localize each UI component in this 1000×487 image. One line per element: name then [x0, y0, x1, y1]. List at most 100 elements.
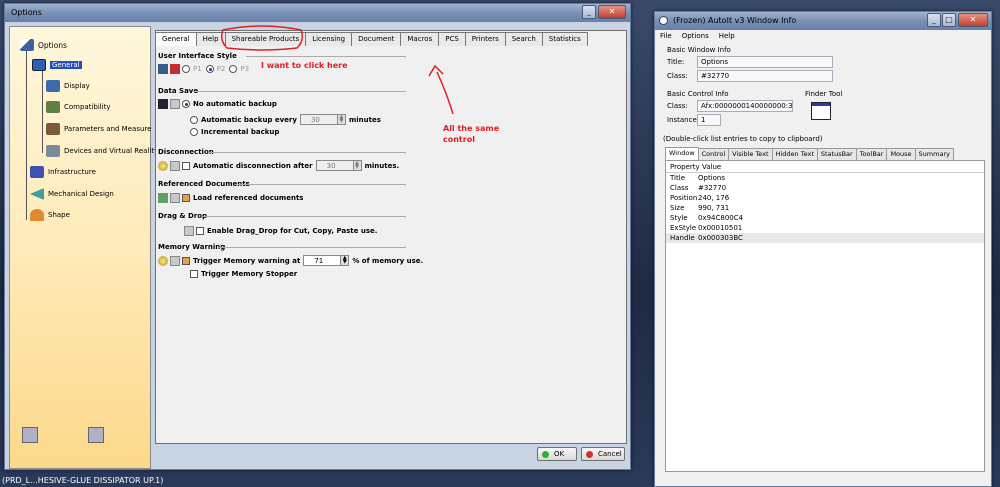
hint-label: (Double-click list entries to copy to cl…	[663, 135, 823, 143]
bulb-icon	[158, 255, 168, 266]
memory-warning-checkbox[interactable]	[182, 256, 190, 265]
list-item[interactable]: ExStyle 0x00010501	[666, 223, 984, 233]
no-backup-radio[interactable]	[182, 100, 190, 108]
close-icon[interactable]: ✕	[598, 5, 626, 19]
ui-style-row: P1 P2 P3	[158, 64, 249, 74]
auto-backup-spinner[interactable]: 30 ▲ ▼	[299, 114, 346, 125]
options-window: Options _ ✕ Options General Display Comp…	[4, 3, 631, 470]
autoit-titlebar[interactable]: (Frozen) AutoIt v3 Window Info _ □ ✕	[655, 12, 991, 30]
tab-printers[interactable]: Printers	[464, 32, 506, 46]
tab-summary[interactable]: Summary	[914, 148, 954, 160]
menu-help[interactable]: Help	[714, 30, 740, 43]
general-icon	[32, 59, 46, 71]
referenced-title: Referenced Documents	[158, 180, 250, 188]
lock-icon	[170, 255, 180, 266]
load-referenced-checkbox[interactable]	[182, 194, 190, 202]
tree-item-shape[interactable]: Shape	[30, 209, 70, 221]
tree-item-parameters[interactable]: Parameters and Measure	[46, 123, 151, 135]
auto-backup-radio[interactable]	[190, 115, 198, 124]
tree-item-devices[interactable]: Devices and Virtual Reality	[46, 145, 158, 157]
tab-licensing[interactable]: Licensing	[305, 32, 353, 46]
property-list: Property Value Title Options Class #32770 …	[665, 160, 985, 472]
data-save-title: Data Save	[158, 87, 199, 95]
tree-tool-icon-right[interactable]	[88, 427, 104, 443]
tree-item-options[interactable]: Options	[20, 39, 67, 51]
tab-window[interactable]: Window	[665, 147, 699, 160]
maximize-icon[interactable]: □	[942, 13, 956, 27]
list-item[interactable]: Title Options	[666, 173, 984, 183]
tab-hidden-text[interactable]: Hidden Text	[771, 148, 818, 160]
tree-item-infrastructure[interactable]: Infrastructure	[30, 166, 96, 178]
instance-field[interactable]: 1	[697, 114, 721, 126]
menu-options[interactable]: Options	[677, 30, 714, 43]
ui-style-p1-radio[interactable]	[182, 65, 190, 73]
tab-general[interactable]: General	[155, 32, 197, 46]
memory-spinner[interactable]: 71 ▲ ▼	[303, 255, 350, 266]
list-item[interactable]: Size 990, 731	[666, 203, 984, 213]
options-titlebar[interactable]: Options _ ✕	[5, 4, 630, 22]
cancel-icon	[586, 451, 593, 458]
lock-icon	[170, 99, 180, 109]
tab-toolbar[interactable]: ToolBar	[855, 148, 888, 160]
tab-mouse[interactable]: Mouse	[886, 148, 916, 160]
close-icon[interactable]: ✕	[958, 13, 988, 27]
auto-backup-row: Automatic backup every 30 ▲ ▼ minutes	[190, 114, 381, 125]
tab-macros[interactable]: Macros	[400, 32, 440, 46]
value-column-header[interactable]: Value	[698, 161, 721, 172]
autoit-menubar: File Options Help	[655, 30, 991, 43]
annotation-same-line1: All the same	[443, 124, 500, 133]
no-backup-row: No automatic backup	[158, 99, 277, 109]
tab-control[interactable]: Control	[697, 148, 730, 160]
control-class-label: Class:	[667, 102, 688, 110]
status-bar: (PRD_L...HESIVE-GLUE DISSIPATOR UP.1)	[2, 476, 164, 485]
minimize-icon[interactable]: _	[927, 13, 941, 27]
ui-style-p2-radio[interactable]	[205, 65, 214, 73]
options-tree: Options General Display Compatibility Pa…	[9, 26, 158, 469]
ok-button[interactable]: OK	[537, 447, 577, 461]
auto-disconnect-checkbox[interactable]	[182, 161, 190, 170]
drag-drop-checkbox[interactable]	[196, 227, 204, 235]
lock-icon	[184, 226, 194, 236]
ui-style-p3-radio[interactable]	[229, 65, 238, 73]
finder-tool-icon[interactable]	[811, 102, 831, 120]
list-item[interactable]: Style 0x94C800C4	[666, 213, 984, 223]
annotation-ellipse	[220, 25, 304, 51]
menu-file[interactable]: File	[655, 30, 677, 43]
list-item[interactable]: Position 240, 176	[666, 193, 984, 203]
load-referenced-row: Load referenced documents	[158, 193, 303, 203]
tab-visible-text[interactable]: Visible Text	[728, 148, 773, 160]
tree-item-compatibility[interactable]: Compatibility	[46, 101, 111, 113]
tree-item-general[interactable]: General	[32, 59, 82, 71]
minimize-icon[interactable]: _	[582, 5, 596, 19]
property-column-header[interactable]: Property	[666, 161, 700, 172]
tab-statistics[interactable]: Statistics	[541, 32, 588, 46]
tree-tool-icon-left[interactable]	[22, 427, 38, 443]
tab-statusbar[interactable]: StatusBar	[816, 148, 857, 160]
drag-drop-row: Enable Drag_Drop for Cut, Copy, Paste us…	[184, 226, 377, 236]
tree-item-mechanical-design[interactable]: Mechanical Design	[30, 188, 114, 200]
tree-item-display[interactable]: Display	[46, 80, 90, 92]
lock-icon	[170, 160, 180, 171]
options-content-panel: User Interface Style P1 P2 P3 Data Save …	[155, 30, 627, 444]
disconnect-spinner[interactable]: 30 ▲ ▼	[315, 160, 362, 171]
basic-window-label: Basic Window Info	[667, 46, 731, 54]
incremental-radio[interactable]	[190, 128, 198, 136]
disconnection-row: Automatic disconnection after 30 ▲ ▼ minut…	[158, 160, 399, 171]
list-item[interactable]: Class #32770	[666, 183, 984, 193]
bulb-icon	[158, 160, 168, 171]
annotation-click-here: I want to click here	[261, 61, 348, 70]
cancel-button[interactable]: Cancel	[581, 447, 625, 461]
memory-title: Memory Warning	[158, 243, 226, 251]
instance-label: Instance:	[667, 116, 700, 124]
list-item[interactable]: Handle 0x000303BC	[666, 233, 984, 243]
class-field[interactable]: #32770	[697, 70, 833, 82]
annotation-same-line2: control	[443, 135, 475, 144]
control-class-field[interactable]: Afx:0000000140000000:3:000	[697, 100, 793, 112]
autoit-tabs: Window Control Visible Text Hidden Text …	[665, 147, 954, 160]
title-field[interactable]: Options	[697, 56, 833, 68]
incremental-row: Incremental backup	[190, 128, 279, 136]
tab-document[interactable]: Document	[351, 32, 402, 46]
tab-pcs[interactable]: PCS	[438, 32, 466, 46]
memory-stopper-checkbox[interactable]	[190, 270, 198, 278]
tab-search[interactable]: Search	[504, 32, 543, 46]
